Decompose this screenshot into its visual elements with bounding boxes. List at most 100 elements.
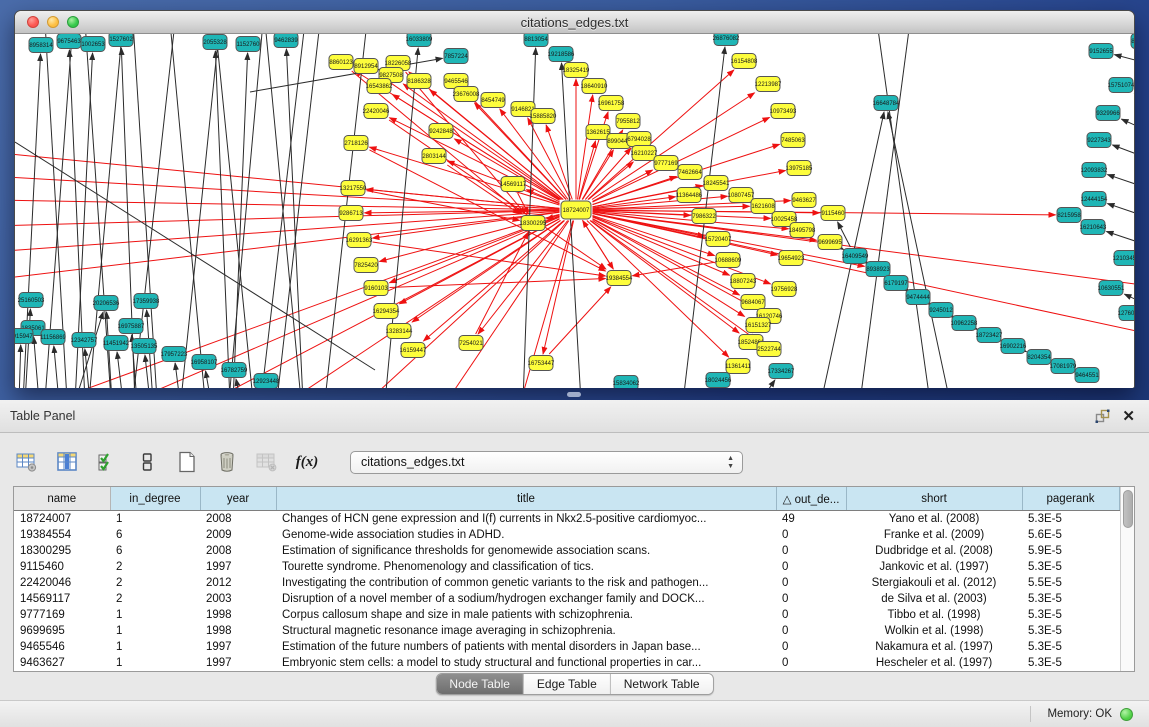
table-row[interactable]: 2242004622012Investigating the contribut… [14,575,1119,591]
table-cell: 1 [110,511,200,528]
graph-node-label: 17334267 [768,369,795,375]
select-columns-icon[interactable] [94,449,120,475]
graph-node-label: 12760321 [1118,311,1134,317]
graph-node-label: 18226058 [385,61,412,67]
graph-node-label: 1362615 [586,130,610,136]
column-header-short[interactable]: short [846,487,1022,511]
table-row[interactable]: 911546021997Tourette syndrome. Phenomeno… [14,559,1119,575]
graph-node-label: 16958107 [191,360,218,366]
graph-edge [117,352,123,388]
graph-node-label: 16210643 [1080,225,1107,231]
column-header-pagerank[interactable]: pagerank [1022,487,1119,511]
table-cell: 1 [110,607,200,623]
table-row[interactable]: 1830029562008Estimation of significance … [14,543,1119,559]
network-window-titlebar[interactable]: citations_edges.txt [15,11,1134,34]
table-scrollbar[interactable] [1120,487,1135,671]
graph-edge [34,337,39,388]
close-panel-icon[interactable]: ✕ [1122,407,1135,425]
graph-node-label: 15885820 [530,114,557,120]
graph-node-label: 16154808 [731,59,758,65]
table-row[interactable]: 946554611997Estimation of the future num… [14,639,1119,655]
minimize-window-button[interactable] [47,16,59,28]
column-header-title[interactable]: title [276,487,776,511]
table-cell: Nakamura et al. (1997) [846,639,1022,655]
graph-node-label: 6794028 [627,137,651,143]
delete-table-icon[interactable] [254,449,280,475]
graph-edge [54,346,59,388]
table-row[interactable]: 977716911998Corpus callosum shape and si… [14,607,1119,623]
graph-edge [175,363,180,388]
graph-node-label: 19218586 [548,52,575,58]
graph-edge [1113,145,1135,159]
graph-node-label: 7462664 [678,170,702,176]
table-row[interactable]: 1872400712008Changes of HCN gene express… [14,511,1119,528]
column-header-out_de[interactable]: △ out_de... [776,487,846,511]
zoom-window-button[interactable] [67,16,79,28]
column-header-year[interactable]: year [200,487,276,511]
graph-node-label: 7825420 [354,263,378,269]
graph-node-label: 13217550 [340,186,367,192]
table-cell: 1997 [200,559,276,575]
graph-node-label: 18495798 [789,228,816,234]
tab-node-table[interactable]: Node Table [436,674,524,694]
graph-node-label: 11364486 [676,193,703,199]
graph-node-label: 16902216 [1000,344,1027,350]
table-settings-icon[interactable] [14,449,40,475]
attribute-table: namein_degreeyeartitle△ out_de...shortpa… [14,487,1120,671]
table-cell: 5.5E-5 [1022,575,1119,591]
table-cell: Dudbridge et al. (2008) [846,543,1022,559]
memory-status-label: Memory: OK [1047,708,1112,720]
table-cell: 5.3E-5 [1022,623,1119,639]
graph-node-label: 2718126 [344,141,368,147]
table-cell: Genome-wide association studies in ADHD. [276,527,776,543]
float-panel-icon[interactable] [1095,409,1110,424]
table-cell: 0 [776,655,846,671]
table-selector-dropdown[interactable]: citations_edges.txt ▲▼ [350,451,743,474]
table-cell: 5.3E-5 [1022,639,1119,655]
graph-node-label: 15751074 [1108,83,1134,89]
graph-node-label: 2522744 [757,347,781,353]
graph-node-label: 10962258 [951,321,978,327]
table-cell: 6 [110,543,200,559]
tab-network-table[interactable]: Network Table [611,674,713,694]
status-bar: Memory: OK [0,700,1149,727]
close-window-button[interactable] [27,16,39,28]
graph-node-label: 18723427 [976,333,1003,339]
table-cell: 18724007 [14,511,110,528]
table-row[interactable]: 1456911722003Disruption of a novel membe… [14,591,1119,607]
tab-edge-table[interactable]: Edge Table [524,674,611,694]
panel-splitter-handle[interactable] [567,392,581,397]
table-cell: 1 [110,639,200,655]
table-row[interactable]: 969969511998Structural magnetic resonanc… [14,623,1119,639]
column-visibility-icon[interactable] [54,449,80,475]
delete-columns-icon[interactable] [214,449,240,475]
table-cell: 0 [776,623,846,639]
create-column-icon[interactable] [174,449,200,475]
column-header-name[interactable]: name [14,487,110,511]
row-mode-icon[interactable] [134,449,160,475]
column-header-in_degree[interactable]: in_degree [110,487,200,511]
graph-edge [1107,232,1135,247]
graph-node-label: 18024456 [705,378,732,384]
network-view-background: citations_edges.txt 18724007183002951938… [0,0,1149,400]
graph-edge [888,112,950,388]
network-canvas[interactable]: 1872400718300295193845541456911788601238… [15,34,1134,388]
table-scrollbar-thumb[interactable] [1123,490,1133,528]
graph-node-label: 9684067 [741,300,765,306]
table-panel-title: Table Panel [0,409,75,423]
graph-node-label: 18245541 [703,181,730,187]
table-row[interactable]: 1938455462009Genome-wide association stu… [14,527,1119,543]
function-builder-icon[interactable]: f(x) [294,449,320,475]
table-row[interactable]: 946362711997Embryonic stem cells: a mode… [14,655,1119,671]
graph-edge [181,34,220,388]
network-window[interactable]: citations_edges.txt 18724007183002951938… [14,10,1135,388]
graph-node-label: 12103454 [1113,256,1134,262]
graph-edge [562,63,581,388]
table-cell: 2008 [200,543,276,559]
graph-node-label: 18807243 [730,279,757,285]
graph-node-label: 9286713 [339,211,363,217]
graph-edge [760,380,775,388]
table-cell: 6 [110,527,200,543]
graph-node-label: 16961758 [598,101,625,107]
graph-node-label: 12444154 [1081,197,1108,203]
